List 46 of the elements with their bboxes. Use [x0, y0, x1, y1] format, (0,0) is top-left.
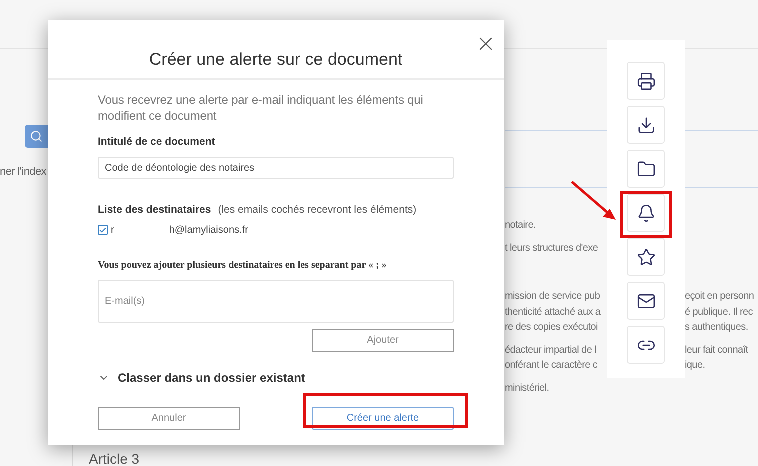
- article-text: thenticité attaché aux a: [505, 306, 602, 320]
- toolbar-button[interactable]: [627, 62, 665, 100]
- cancel-button[interactable]: Annuler: [98, 406, 240, 430]
- article-heading: Article 3: [89, 451, 140, 466]
- article-text: mission de service pub: [505, 290, 602, 304]
- search-icon: [30, 130, 43, 143]
- toolbar-button[interactable]: [627, 194, 665, 232]
- toolbar-button[interactable]: [627, 106, 665, 144]
- article-text: édacteur impartial de l: [505, 344, 598, 358]
- arrow-icon: [570, 180, 618, 222]
- star-icon: [636, 248, 656, 266]
- check-icon: [99, 226, 107, 235]
- dialog-title: Créer une alerte sur ce document: [149, 50, 403, 70]
- toolbar-button[interactable]: [627, 150, 665, 188]
- download-icon: [636, 116, 656, 134]
- add-hint: Vous pouvez ajouter plusieurs destinataires en les separant par « ; »: [98, 258, 388, 273]
- folder-section-toggle[interactable]: Classer dans un dossier existant: [98, 368, 454, 387]
- article-text: ique.: [685, 359, 706, 373]
- checkbox[interactable]: [98, 225, 108, 236]
- recipients-label: Liste des destinataires: [98, 203, 212, 218]
- article-text: eçoit en personn: [685, 290, 756, 304]
- title-field[interactable]: Code de déontologie des notaires: [98, 157, 454, 179]
- article-text: t leurs structures d'exe: [505, 242, 600, 256]
- add-button[interactable]: Ajouter: [312, 328, 454, 352]
- toolbar-button[interactable]: [627, 326, 665, 364]
- description: Vous recevrez une alerte par e-mail indiquant les éléments qui modifient ce document: [98, 92, 424, 124]
- email-text: r: [111, 224, 114, 238]
- article-text: leur fait connaît: [685, 344, 750, 358]
- email-text: h@lamyliaisons.fr: [169, 224, 248, 238]
- article-text: é publique. Il rec: [685, 306, 754, 320]
- highlight-frame: [620, 191, 672, 238]
- article-text: notaire.: [505, 219, 537, 233]
- printer-icon: [636, 72, 656, 90]
- article-text: ministériel.: [505, 382, 550, 396]
- toolbar-button[interactable]: [627, 238, 665, 276]
- folder-icon: [636, 160, 656, 178]
- email-field[interactable]: E-mail(s): [98, 280, 454, 323]
- search-button[interactable]: [25, 125, 48, 148]
- article-text: onférant le caractère c: [505, 359, 599, 373]
- article-text: s authentiques.: [685, 321, 750, 335]
- bell-icon: [636, 204, 656, 222]
- field-label: Intitulé de ce document: [98, 136, 216, 149]
- recipients-note: (les emails cochés recevront les éléments): [218, 203, 417, 218]
- envelope-icon: [636, 292, 656, 310]
- toolbar-button[interactable]: [627, 282, 665, 320]
- article-text: re des copies exécutoi: [505, 321, 599, 335]
